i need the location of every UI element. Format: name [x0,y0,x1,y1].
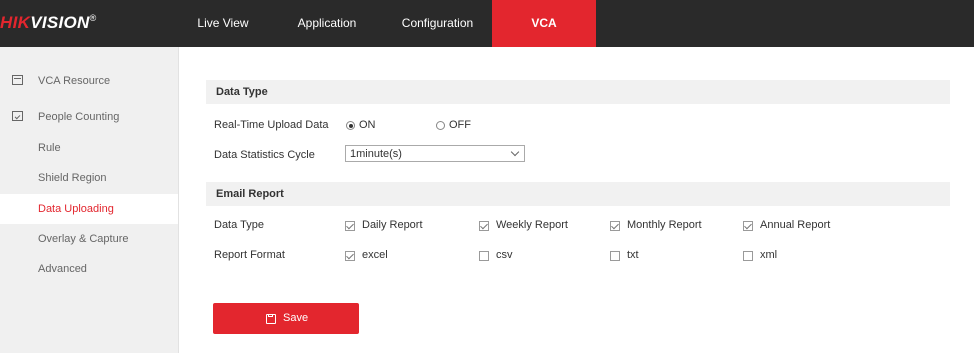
sidebar-item-rule[interactable]: Rule [0,134,178,162]
weekly-report-label: Weekly Report [496,219,568,231]
realtime-on-radio[interactable] [346,121,355,130]
sidebar-item-data-uploading[interactable]: Data Uploading [0,194,178,224]
daily-report-label: Daily Report [362,219,423,231]
excel-checkbox[interactable] [345,251,355,261]
sidebar-item-label: VCA Resource [38,75,111,87]
tab-configuration[interactable]: Configuration [390,0,485,47]
sidebar-item-label: Overlay & Capture [38,233,129,245]
top-nav-bar: HIKVISION® Live View Application Configu… [0,0,974,47]
data-type-section-header: Data Type [206,80,950,104]
tab-application[interactable]: Application [287,0,367,47]
realtime-off-radio[interactable] [436,121,445,130]
statistics-cycle-value: 1minute(s) [350,148,402,160]
monthly-report-label: Monthly Report [627,219,702,231]
daily-report-checkbox[interactable] [345,221,355,231]
section-title: Data Type [216,86,268,98]
floppy-disk-icon [266,314,276,324]
sidebar-item-label: Data Uploading [38,203,114,215]
realtime-upload-label: Real-Time Upload Data [214,119,329,131]
email-report-section-header: Email Report [206,182,950,206]
statistics-cycle-label: Data Statistics Cycle [214,149,315,161]
annual-report-checkbox[interactable] [743,221,753,231]
checkbox-icon [12,111,23,121]
xml-checkbox[interactable] [743,251,753,261]
sidebar-item-label: People Counting [38,111,120,123]
statistics-cycle-select[interactable]: 1minute(s) [345,145,525,162]
csv-label: csv [496,249,513,261]
sidebar-item-people-counting[interactable]: People Counting [0,103,178,131]
annual-report-label: Annual Report [760,219,831,231]
report-format-label: Report Format [214,249,285,261]
txt-checkbox[interactable] [610,251,620,261]
sidebar-item-advanced[interactable]: Advanced [0,255,178,283]
save-label: Save [283,312,309,324]
sidebar-item-label: Rule [38,142,61,154]
weekly-report-checkbox[interactable] [479,221,489,231]
sidebar-item-vca-resource[interactable]: VCA Resource [0,67,178,95]
tab-live-view[interactable]: Live View [190,0,256,47]
sidebar-item-label: Shield Region [38,172,107,184]
chevron-down-icon [510,147,520,157]
monthly-report-checkbox[interactable] [610,221,620,231]
txt-label: txt [627,249,639,261]
calendar-icon [12,75,23,85]
sidebar-item-label: Advanced [38,263,87,275]
sidebar-item-overlay-capture[interactable]: Overlay & Capture [0,225,178,253]
excel-label: excel [362,249,388,261]
tab-vca[interactable]: VCA [492,0,596,47]
sidebar: VCA Resource People Counting Rule Shield… [0,47,179,353]
report-data-type-label: Data Type [214,219,264,231]
section-title: Email Report [216,188,284,200]
xml-label: xml [760,249,778,261]
csv-checkbox[interactable] [479,251,489,261]
realtime-off-label: OFF [449,119,471,131]
sidebar-item-shield-region[interactable]: Shield Region [0,164,178,192]
save-button[interactable]: Save [213,303,359,334]
hikvision-logo: HIKVISION® [0,13,97,32]
realtime-on-label: ON [359,119,376,131]
